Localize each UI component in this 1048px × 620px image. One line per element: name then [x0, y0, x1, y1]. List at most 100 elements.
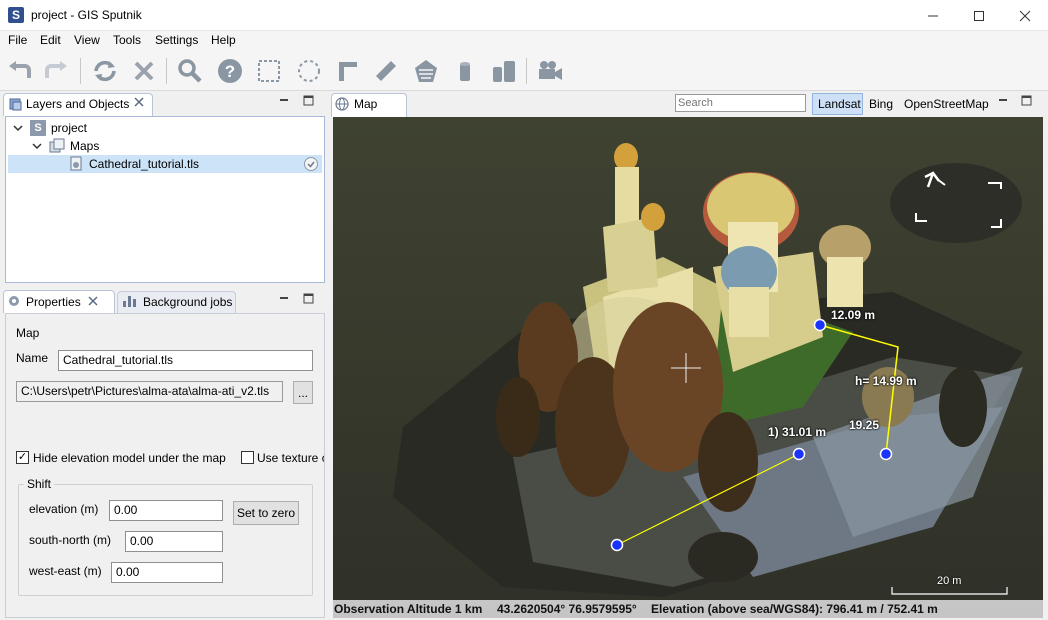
video-camera-button[interactable]: [536, 57, 564, 85]
question-icon: ?: [218, 59, 242, 83]
select-rectangle-button[interactable]: [255, 57, 283, 85]
select-rectangle-icon: [258, 60, 280, 82]
source-osm-button[interactable]: OpenStreetMap: [904, 97, 989, 111]
maximize-panel-icon[interactable]: [303, 95, 314, 106]
measure-point[interactable]: [813, 318, 827, 332]
scale-bar-label: 20 m: [937, 575, 962, 587]
menu-help[interactable]: Help: [211, 33, 236, 47]
minimize-panel-icon[interactable]: [279, 294, 289, 302]
bar-chart-icon: [123, 296, 136, 307]
map-file-icon: [70, 156, 82, 171]
close-icon: [1019, 10, 1031, 21]
help-button[interactable]: ?: [216, 57, 244, 85]
clear-button[interactable]: [130, 57, 158, 85]
maximize-panel-icon[interactable]: [303, 293, 314, 304]
svg-text:?: ?: [225, 62, 235, 81]
project-icon: S: [30, 120, 46, 136]
tree-item-maps[interactable]: Maps: [70, 137, 99, 155]
properties-tab-label: Properties: [26, 295, 81, 309]
cylinder-button[interactable]: [451, 57, 479, 85]
chevron-down-icon[interactable]: [32, 141, 42, 151]
menu-view[interactable]: View: [74, 33, 100, 47]
select-polygon-button[interactable]: [295, 57, 323, 85]
visibility-check-icon[interactable]: [303, 156, 319, 172]
measure-area-button[interactable]: [412, 57, 440, 85]
angle-ruler-icon: [339, 62, 357, 81]
layers-icon: [9, 98, 22, 111]
close-tab-icon[interactable]: [134, 97, 144, 107]
elevation-input[interactable]: 0.00: [109, 500, 223, 521]
maximize-button[interactable]: [956, 0, 1002, 31]
measure-point[interactable]: [792, 447, 806, 461]
measure-path-label: 1) 31.01 m: [768, 425, 827, 439]
ruler-icon: [376, 61, 396, 81]
minimize-panel-icon[interactable]: [279, 96, 289, 104]
measure-right-edge-label: 19.25: [849, 418, 880, 432]
set-to-zero-button[interactable]: Set to zero: [233, 501, 299, 525]
building-height-button[interactable]: [490, 57, 518, 85]
source-bing-button[interactable]: Bing: [869, 97, 893, 111]
title-bar: [0, 0, 1048, 31]
redo-icon: [45, 61, 67, 78]
globe-icon: [335, 97, 349, 111]
close-button[interactable]: [1002, 0, 1048, 31]
minimize-button[interactable]: [910, 0, 956, 31]
coordinates-readout: 43.2620504° 76.9579595°: [497, 602, 637, 616]
section-map-label: Map: [16, 326, 40, 340]
search-input[interactable]: [675, 94, 806, 112]
toolbar-separator: [526, 58, 527, 84]
hide-elevation-label: Hide elevation model under the map: [33, 451, 226, 465]
chevron-down-icon[interactable]: [13, 123, 23, 133]
menu-settings[interactable]: Settings: [155, 33, 198, 47]
map-viewport[interactable]: 12.09 m h= 14.99 m 19.25 1) 31.01 m 20 m: [333, 117, 1043, 618]
refresh-button[interactable]: [91, 57, 119, 85]
redo-button[interactable]: [42, 57, 70, 85]
path-field[interactable]: C:\Users\petr\Pictures\alma-ata\alma-ati…: [16, 381, 283, 402]
undo-button[interactable]: [6, 57, 34, 85]
measure-height-label: h= 14.99 m: [855, 374, 917, 388]
minimize-panel-icon[interactable]: [998, 96, 1008, 104]
layers-tab-label: Layers and Objects: [26, 97, 130, 111]
undo-icon: [9, 61, 31, 78]
minimize-icon: [928, 15, 938, 16]
hide-elevation-checkbox[interactable]: ✓: [16, 451, 29, 464]
map-3d-scene[interactable]: [333, 117, 1043, 618]
zoom-button[interactable]: [176, 57, 204, 85]
toolbar-separator: [166, 58, 167, 84]
measure-ruler-button[interactable]: [372, 57, 400, 85]
menu-edit[interactable]: Edit: [40, 33, 61, 47]
window-title: project - GIS Sputnik: [31, 8, 142, 22]
select-polygon-icon: [298, 60, 320, 82]
buildings-icon: [493, 61, 515, 82]
elevation-label: elevation (m): [29, 502, 99, 516]
south-north-label: south-north (m): [29, 533, 112, 547]
name-field[interactable]: Cathedral_tutorial.tls: [58, 350, 313, 371]
gear-icon: [9, 296, 19, 306]
west-east-input[interactable]: 0.00: [111, 562, 223, 583]
navigation-compass[interactable]: [890, 163, 1022, 243]
close-tab-icon[interactable]: [88, 296, 98, 306]
tree-item-cathedral[interactable]: Cathedral_tutorial.tls: [89, 155, 199, 173]
name-label: Name: [16, 351, 49, 365]
source-landsat-label: Landsat: [818, 97, 861, 111]
app-icon: S: [8, 7, 24, 23]
map-status-bar: Observation Altitude 1 km 43.2620504° 76…: [333, 600, 1043, 618]
menu-file[interactable]: File: [8, 33, 27, 47]
maximize-panel-icon[interactable]: [1021, 95, 1032, 106]
elevation-readout: Elevation (above sea/WGS84): 796.41 m / …: [651, 602, 938, 616]
tree-item-project[interactable]: project: [51, 119, 87, 137]
map-tab-label: Map: [354, 97, 378, 111]
west-east-label: west-east (m): [29, 564, 102, 578]
south-north-input[interactable]: 0.00: [125, 531, 223, 552]
measure-angle-button[interactable]: [334, 57, 362, 85]
shift-group-label: Shift: [24, 477, 55, 491]
measure-point[interactable]: [610, 538, 624, 552]
maps-folder-icon: [49, 138, 65, 153]
maximize-icon: [974, 10, 984, 21]
use-texture-checkbox[interactable]: [241, 451, 254, 464]
browse-button[interactable]: ...: [293, 381, 313, 404]
menu-tools[interactable]: Tools: [113, 33, 141, 47]
area-icon: [415, 60, 437, 82]
measure-point[interactable]: [879, 447, 893, 461]
toolbar-separator: [80, 58, 81, 84]
